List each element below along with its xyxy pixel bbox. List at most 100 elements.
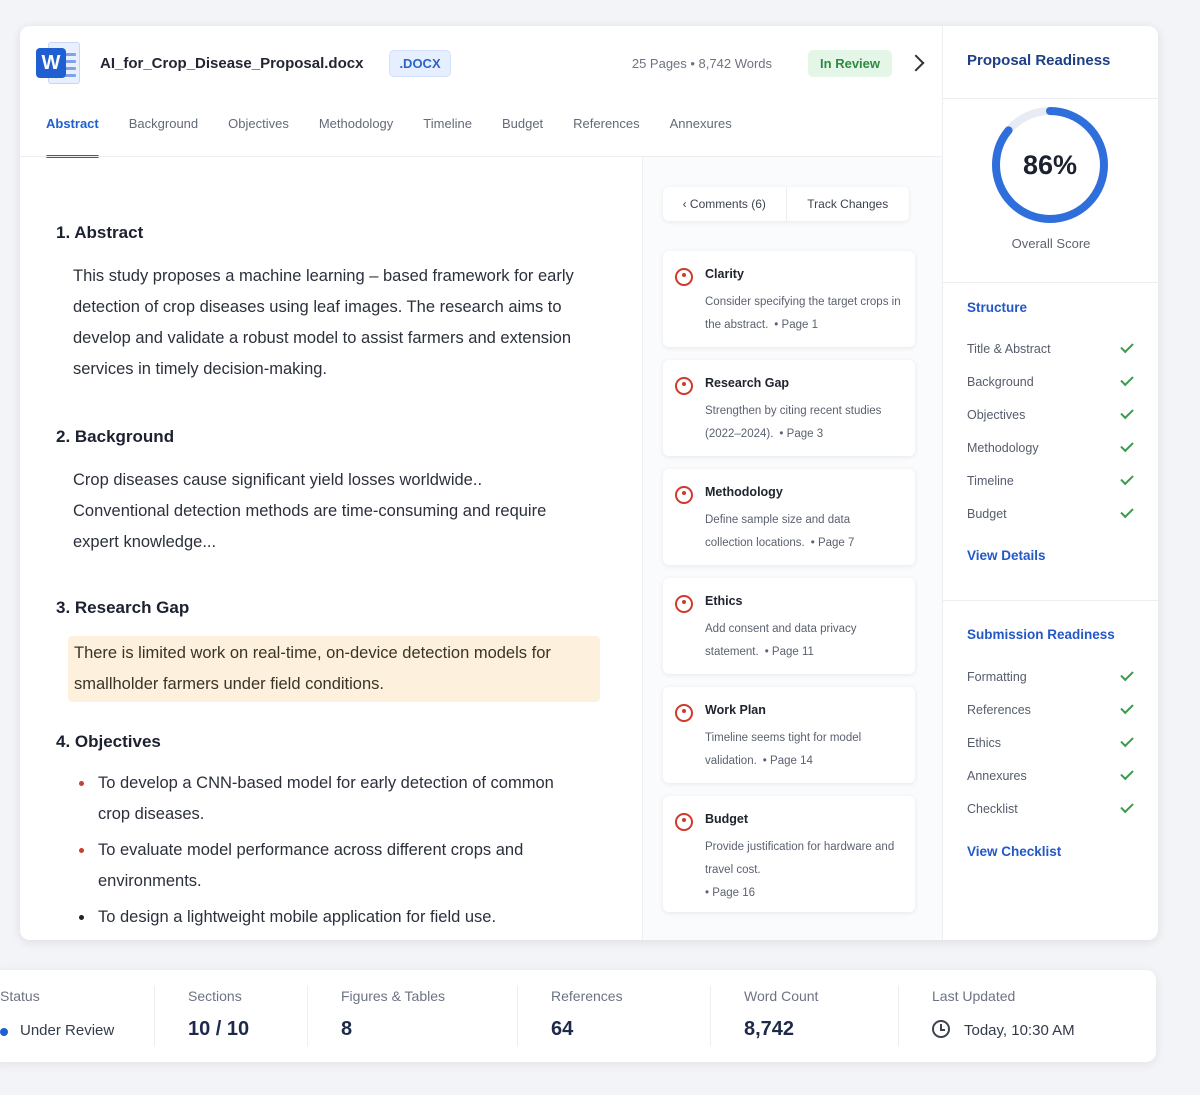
view-checklist-link[interactable]: View Checklist (967, 844, 1061, 859)
tab-references[interactable]: References (573, 106, 639, 158)
alert-circle-icon (675, 704, 693, 722)
section-text: Crop diseases cause significant yield lo… (73, 471, 547, 551)
check-icon (1120, 700, 1134, 715)
comment-title: Budget (705, 812, 749, 826)
tab-budget[interactable]: Budget (502, 106, 543, 158)
comment-card[interactable]: Research Gap Strengthen by citing recent… (663, 360, 915, 456)
stat-label: Sections (188, 988, 242, 1004)
comment-card[interactable]: Budget Provide justification for hardwar… (663, 796, 915, 912)
check-icon (1120, 405, 1134, 420)
comment-text: Provide justification for hardware and t… (705, 841, 895, 899)
check-icon (1120, 766, 1134, 781)
highlighted-text[interactable]: There is limited work on real-time, on-d… (68, 636, 600, 702)
checklist-item: Budget (967, 497, 1137, 530)
checklist-item: Ethics (967, 726, 1137, 759)
comment-card[interactable]: Clarity Consider specifying the target c… (663, 251, 915, 347)
status-badge: In Review (808, 49, 892, 77)
check-icon (1120, 504, 1134, 519)
stat-word-count: Word Count 8,742 (710, 970, 874, 1062)
stat-label: References (551, 988, 623, 1004)
tab-comments[interactable]: ‹ Comments (6) (663, 187, 786, 221)
check-icon (1120, 799, 1134, 814)
checklist-item: Title & Abstract (967, 332, 1137, 365)
file-extension-badge: .DOCX (389, 49, 451, 77)
comments-panel: ‹ Comments (6) Track Changes Clarity Con… (642, 157, 942, 940)
file-name: AI_for_Crop_Disease_Proposal.docx (100, 54, 364, 72)
comment-text: Strengthen by citing recent studies (202… (705, 405, 882, 440)
checklist-item: References (967, 693, 1137, 726)
list-item: To design a lightweight mobile applicati… (78, 902, 578, 933)
stat-value: Under Review (20, 1022, 115, 1039)
stat-value: Today, 10:30 AM (964, 1022, 1075, 1039)
stat-label: Figures & Tables (341, 988, 446, 1004)
comment-page: • Page 11 (764, 646, 814, 658)
stat-figures-tables: Figures & Tables 8 (307, 970, 501, 1062)
check-icon (1120, 372, 1134, 387)
comment-page: • Page 16 (705, 887, 756, 899)
comment-page: • Page 3 (779, 428, 824, 440)
comment-card[interactable]: Work Plan Timeline seems tight for model… (663, 687, 915, 783)
tab-annexures[interactable]: Annexures (670, 106, 732, 158)
submission-title: Submission Readiness (967, 627, 1115, 642)
check-icon (1120, 667, 1134, 682)
score-value: 86% (1022, 149, 1078, 180)
stat-label: Last Updated (932, 988, 1016, 1004)
list-item: To develop a CNN-based model for early d… (78, 768, 578, 830)
tab-abstract[interactable]: Abstract (46, 106, 99, 158)
checklist-item: Formatting (967, 660, 1137, 693)
structure-title: Structure (967, 300, 1028, 315)
section-text: This study proposes a machine learning –… (73, 267, 574, 378)
tab-methodology[interactable]: Methodology (319, 106, 393, 158)
tab-track-changes[interactable]: Track Changes (785, 187, 910, 221)
stat-sections: Sections 10 / 10 (154, 970, 298, 1062)
section-research-gap: 3. Research Gap There is limited work on… (56, 598, 600, 702)
checklist-item: Methodology (967, 431, 1137, 464)
section-objectives: 4. Objectives To develop a CNN-based mod… (56, 732, 578, 938)
comment-page: • Page 14 (762, 755, 813, 767)
divider (943, 98, 1158, 99)
submission-checklist: Formatting References Ethics Annexures C… (967, 660, 1137, 825)
comment-title: Clarity (705, 267, 744, 281)
stat-label: Word Count (744, 988, 819, 1004)
comment-panel-tabs: ‹ Comments (6) Track Changes (663, 187, 909, 221)
checklist-item: Background (967, 365, 1137, 398)
stat-value: 8 (341, 1018, 353, 1040)
chevron-right-icon[interactable] (907, 54, 925, 72)
stat-status: Status Under Review (0, 970, 130, 1062)
comment-card[interactable]: Methodology Define sample size and data … (663, 469, 915, 565)
clock-icon (932, 1020, 950, 1038)
section-background: 2. Background Crop diseases cause signif… (56, 427, 563, 558)
comment-text: Add consent and data privacy statement. •… (705, 623, 857, 658)
section-heading: 3. Research Gap (56, 598, 190, 617)
readiness-title: Proposal Readiness (967, 52, 1111, 69)
comment-title: Ethics (705, 594, 743, 608)
divider (943, 600, 1158, 601)
comment-text: Consider specifying the target crops in … (705, 296, 901, 331)
document-stats-bar: Status Under Review Sections 10 / 10 Fig… (0, 970, 1156, 1062)
readiness-sidebar: Proposal Readiness 86% Overall Score Str… (942, 26, 1158, 940)
alert-circle-icon (675, 486, 693, 504)
stat-value: 8,742 (744, 1018, 795, 1040)
check-icon (1120, 438, 1134, 453)
stat-value: 10 / 10 (188, 1018, 250, 1040)
check-icon (1120, 471, 1134, 486)
comment-page: • Page 7 (810, 537, 855, 549)
check-icon (1120, 733, 1134, 748)
alert-circle-icon (675, 268, 693, 286)
document-header: W AI_for_Crop_Disease_Proposal.docx .DOC… (20, 26, 942, 100)
comment-title: Work Plan (705, 703, 766, 717)
checklist-item: Annexures (967, 759, 1137, 792)
stat-last-updated: Last Updated Today, 10:30 AM (898, 970, 1132, 1062)
comment-card[interactable]: Ethics Add consent and data privacy stat… (663, 578, 915, 674)
document-window: W AI_for_Crop_Disease_Proposal.docx .DOC… (20, 26, 1158, 940)
comment-text: Timeline seems tight for model validatio… (705, 732, 862, 767)
checklist-item: Checklist (967, 792, 1137, 825)
word-app-icon: W (36, 40, 82, 86)
status-dot-icon (0, 1028, 8, 1036)
alert-circle-icon (675, 377, 693, 395)
alert-circle-icon (675, 595, 693, 613)
view-details-link[interactable]: View Details (967, 548, 1046, 563)
tab-background[interactable]: Background (129, 106, 198, 158)
tab-timeline[interactable]: Timeline (423, 106, 472, 158)
tab-objectives[interactable]: Objectives (228, 106, 289, 158)
